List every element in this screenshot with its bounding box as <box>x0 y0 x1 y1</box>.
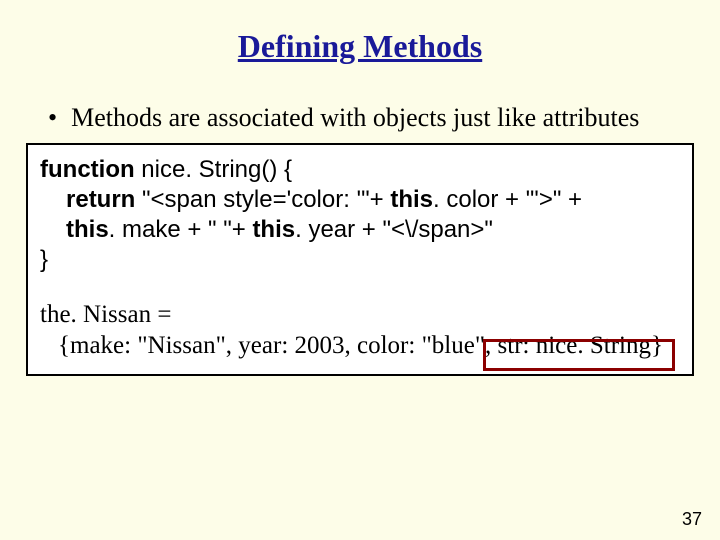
code-line-2: return "<span style='color: '"+ this. co… <box>40 185 680 215</box>
bullet-methods: Methods are associated with objects just… <box>48 103 690 133</box>
keyword-this-1: this <box>390 186 433 213</box>
func-sig: nice. String() { <box>135 156 292 183</box>
code-box: function nice. String() { return "<span … <box>26 143 694 376</box>
code-line-5: the. Nissan = <box>40 299 680 330</box>
keyword-return: return <box>66 185 135 215</box>
ret-part2: . color + "'>" + <box>433 186 582 213</box>
keyword-function: function <box>40 156 135 183</box>
keyword-this-3: this <box>252 216 295 243</box>
highlight-str-method <box>483 339 675 371</box>
code-line-4: } <box>40 245 680 275</box>
slide-title: Defining Methods <box>18 28 702 65</box>
keyword-this-2: this <box>66 216 109 243</box>
slide: Defining Methods Methods are associated … <box>0 0 720 540</box>
page-number: 37 <box>682 509 702 530</box>
code-line-3: this. make + " "+ this. year + "<\/span>… <box>40 215 680 245</box>
line3-b: . year + "<\/span>" <box>295 216 493 243</box>
ret-part1: "<span style='color: '"+ <box>135 186 390 213</box>
code-line-1: function nice. String() { <box>40 155 680 185</box>
line3-a: . make + " "+ <box>109 216 253 243</box>
